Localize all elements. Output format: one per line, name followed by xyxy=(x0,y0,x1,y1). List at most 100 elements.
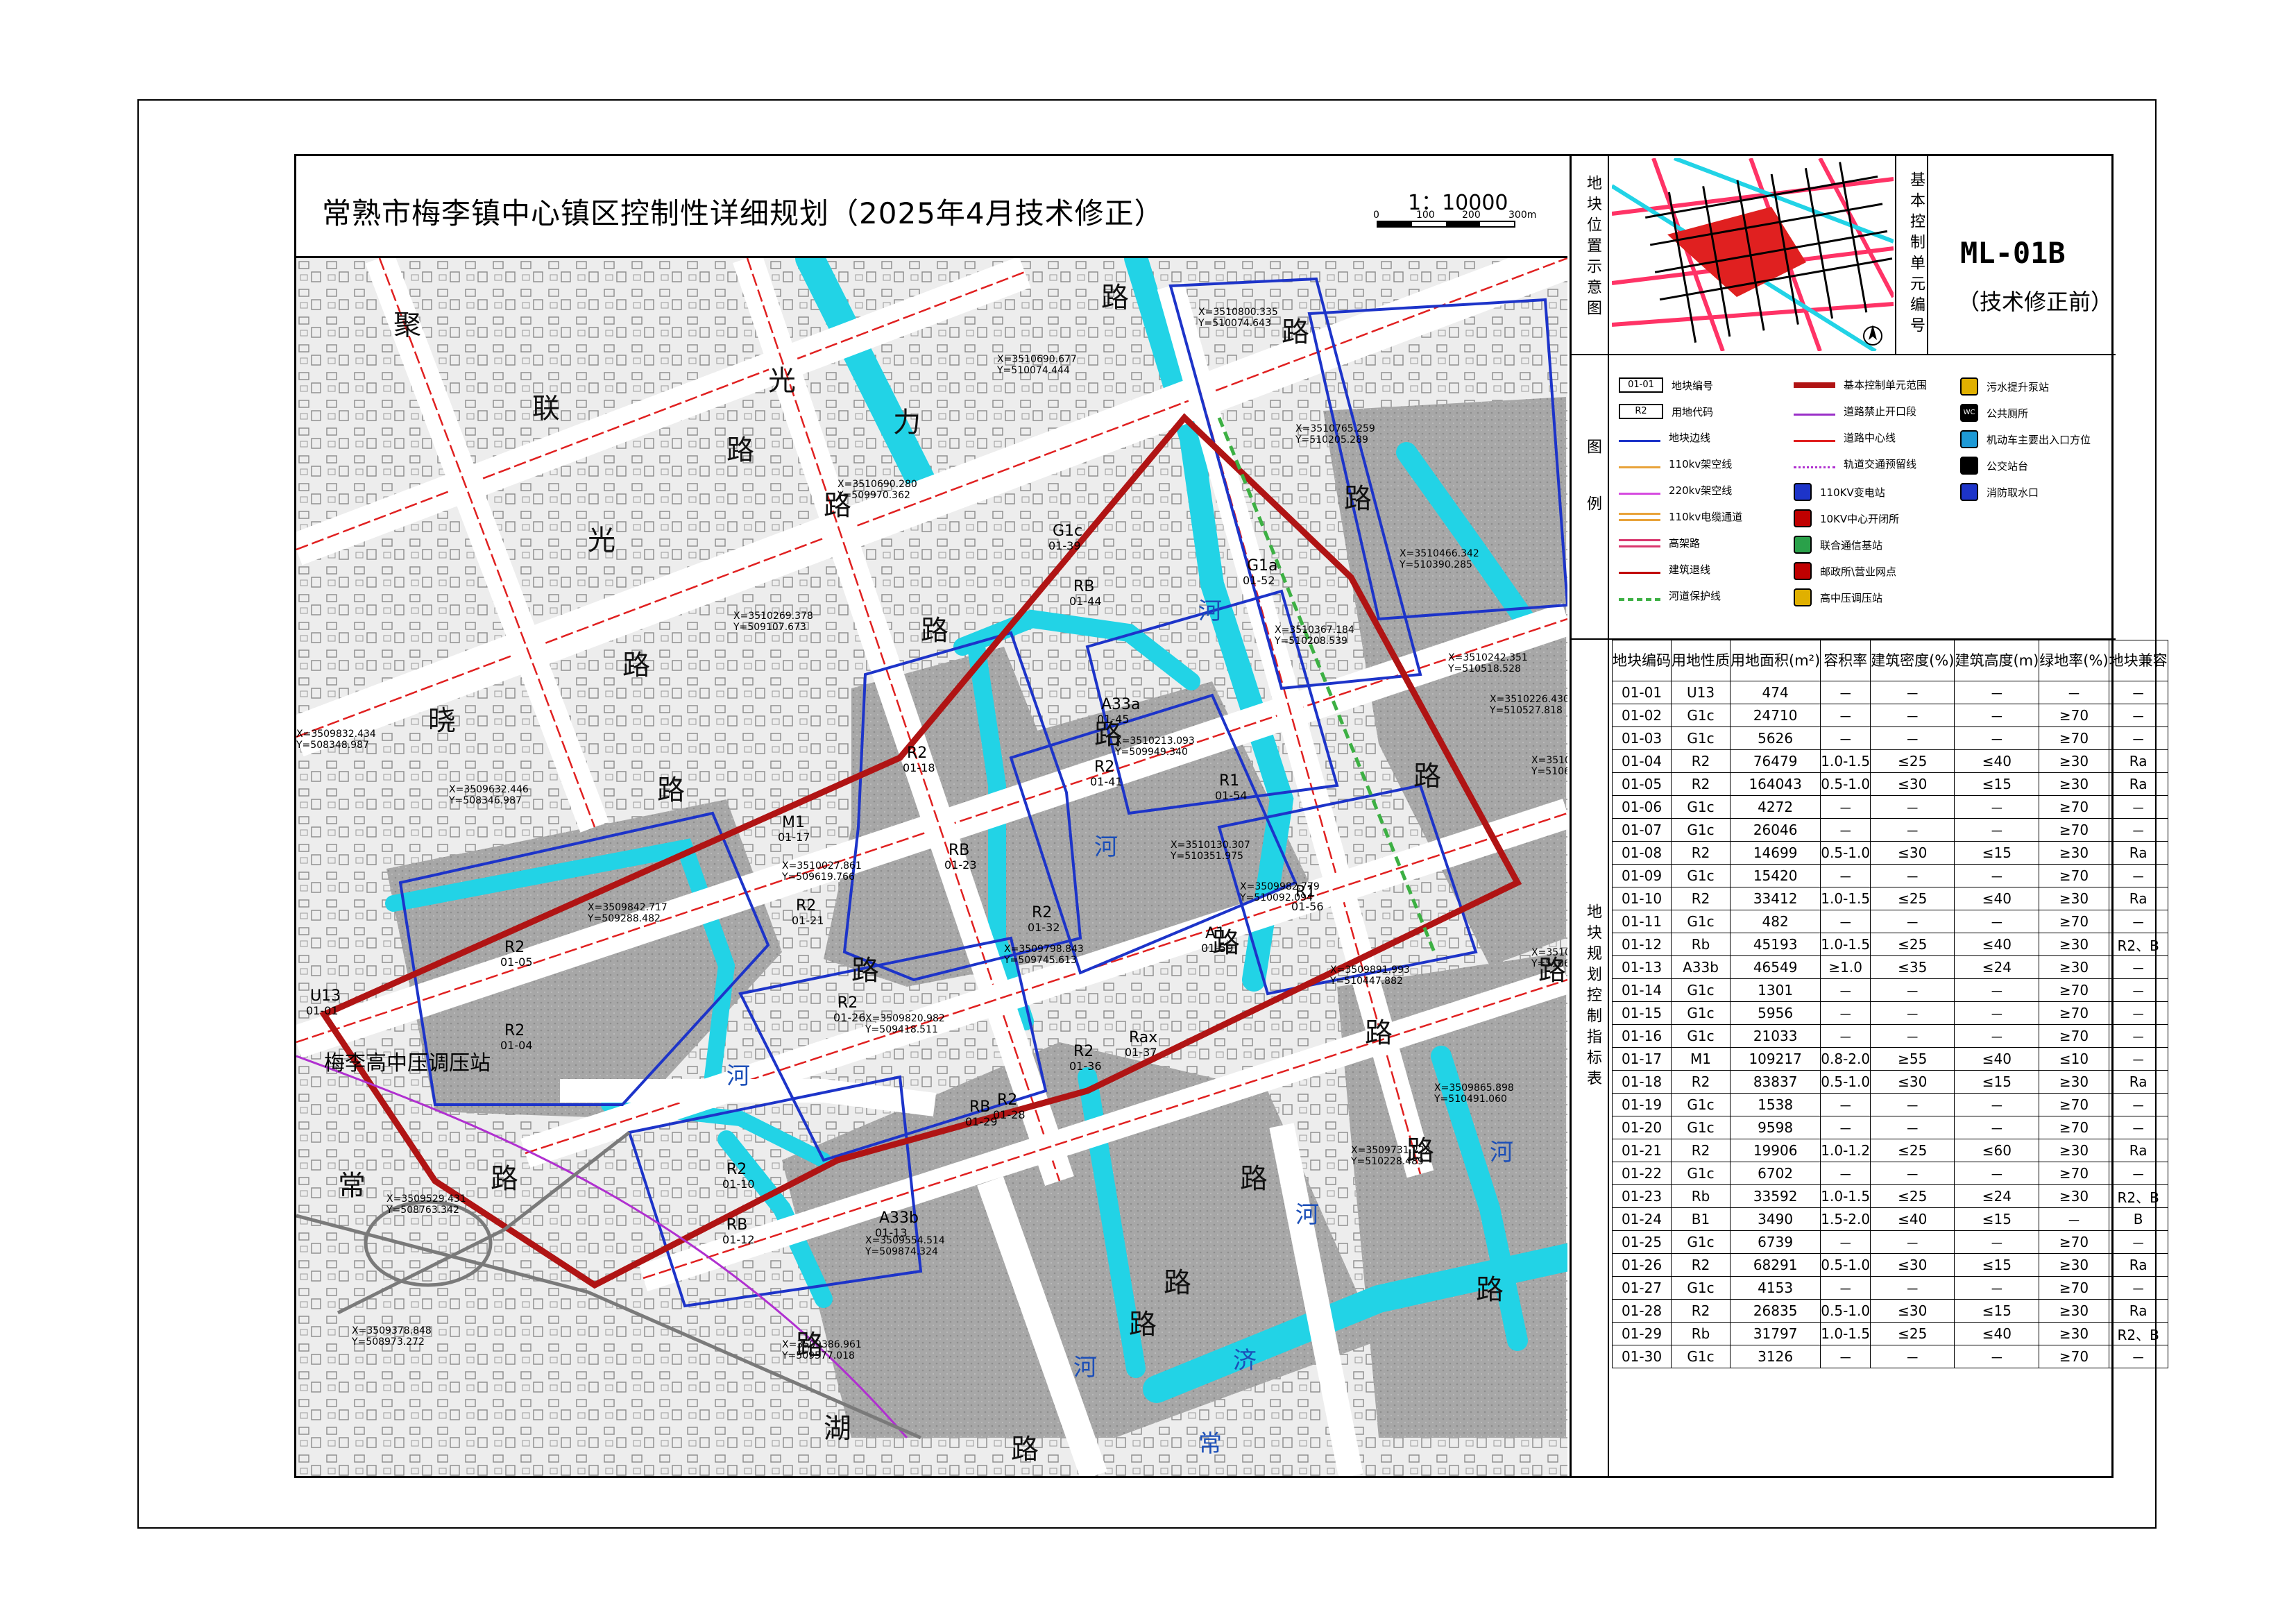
table-cell: － xyxy=(1820,681,1871,704)
map-area[interactable]: R2 01-18 M1 01-17 R2 01-05 R2 01-21 R2 01-26 R2 01-… xyxy=(296,258,1567,1476)
table-cell: － xyxy=(1954,818,2040,842)
table-cell: － xyxy=(1870,1345,1955,1368)
table-header-cell: 地块兼容 xyxy=(2108,640,2168,681)
table-cell: 01-29 xyxy=(1612,1322,1672,1345)
legend-text: 建筑退线 xyxy=(1669,563,1711,576)
table-row: 01-24 B1 3490 1.5-2.0 ≤40 ≤15 － B xyxy=(1612,1207,2168,1231)
table-row: 01-15 G1c 5956 －－－ ≥70 － xyxy=(1612,1001,2168,1025)
scale-ticks: 0 100 200 300m xyxy=(1373,210,1540,221)
table-cell: ≤25 xyxy=(1870,933,1955,956)
parcel-id: 01-10 xyxy=(722,1178,755,1191)
legend-text: 河道保护线 xyxy=(1669,590,1721,602)
table-cell: 0.5-1.0 xyxy=(1820,1070,1871,1094)
parcel-code: R2 xyxy=(1073,1043,1094,1060)
table-row: 01-26 R2 68291 0.5-1.0 ≤30 ≤15 ≥30 Ra xyxy=(1612,1253,2168,1277)
table-cell: ≤30 xyxy=(1870,772,1955,796)
legend-text: 公共厕所 xyxy=(1987,407,2029,420)
legend-item: 地块边线 xyxy=(1619,430,1710,445)
table-cell: － xyxy=(2108,864,2168,887)
coordinate-x-label: X=3510690.677 xyxy=(997,354,1077,365)
unit-box: 地块位置示意图 基本控制单元编号 ML-01B （技术修正前） xyxy=(1572,154,2116,355)
legend-item: 道路中心线 xyxy=(1794,430,1896,445)
table-cell: － xyxy=(1954,1001,2040,1025)
table-cell: － xyxy=(1820,1276,1871,1300)
table-cell: 01-25 xyxy=(1612,1230,1672,1254)
table-cell: R2 xyxy=(1671,772,1730,796)
table-row: 01-08 R2 14699 0.5-1.0 ≤30 ≤15 ≥30 Ra xyxy=(1612,841,2168,865)
coordinate-x-label: X=3509632.446 xyxy=(449,784,529,795)
coordinate-y-label: Y=510074.444 xyxy=(996,365,1070,376)
parcel-id: 01-32 xyxy=(1028,921,1060,934)
table-cell: 01-08 xyxy=(1612,841,1672,865)
table-cell: G1c xyxy=(1671,795,1730,819)
road-name: 路 xyxy=(921,615,949,647)
table-cell: 4272 xyxy=(1729,795,1821,819)
river-name: 河 xyxy=(1295,1201,1319,1229)
table-cell: ≥30 xyxy=(2039,933,2109,956)
table-row: 01-11 G1c 482 －－－ ≥70 － xyxy=(1612,910,2168,933)
road-name: 光 xyxy=(588,525,615,556)
legend-swatch xyxy=(1794,588,1812,606)
table-cell: 76479 xyxy=(1729,749,1821,773)
river-name: 济 xyxy=(1233,1347,1257,1375)
map-canvas[interactable]: R201-18M101-17R201-05R201-21R201-26R201-… xyxy=(296,258,1567,1476)
table-cell: 01-22 xyxy=(1612,1162,1672,1185)
table-cell: － xyxy=(1820,1093,1871,1116)
river-name: 河 xyxy=(1094,833,1118,861)
table-row: 01-30 G1c 3126 －－－ ≥70 － xyxy=(1612,1345,2168,1368)
legend-text: 地块边线 xyxy=(1669,432,1711,444)
table-cell: ≥70 xyxy=(2039,1093,2109,1116)
table-cell: 15420 xyxy=(1729,864,1821,887)
legend-item: 邮政所\营业网点 xyxy=(1794,562,1896,580)
parcel-code: R2 xyxy=(504,1022,525,1039)
road-name: 路 xyxy=(1164,1267,1191,1299)
table-cell: － xyxy=(2108,1162,2168,1185)
table-cell: ≤15 xyxy=(1954,772,2040,796)
road-name: 路 xyxy=(491,1163,518,1195)
legend-item: 高架路 xyxy=(1619,536,1700,550)
table-cell: 21033 xyxy=(1729,1024,1821,1048)
table-cell: R2 xyxy=(1671,887,1730,910)
coordinate-y-label: Y=509619.766 xyxy=(781,872,855,883)
table-cell: ≤30 xyxy=(1870,1299,1955,1323)
road-name: 路 xyxy=(657,774,685,806)
legend-item: 110kv电缆通道 xyxy=(1619,509,1742,524)
legend-swatch xyxy=(1794,382,1835,388)
table-cell: ≤40 xyxy=(1954,749,2040,773)
table-row: 01-10 R2 33412 1.0-1.5 ≤25 ≤40 ≥30 Ra xyxy=(1612,887,2168,910)
coordinate-y-label: Y=509949.340 xyxy=(1114,747,1188,758)
legend-label: 图例 xyxy=(1584,439,1601,552)
table-cell: A33b xyxy=(1671,955,1730,979)
parcel-id: 01-04 xyxy=(500,1039,533,1052)
table-cell: 9598 xyxy=(1729,1116,1821,1139)
table-cell: Rb xyxy=(1671,1184,1730,1208)
road-name: 路 xyxy=(1240,1163,1268,1195)
table-cell: G1c xyxy=(1671,704,1730,727)
table-cell: ≥30 xyxy=(2039,772,2109,796)
table-cell: 01-02 xyxy=(1612,704,1672,727)
table-cell: － xyxy=(2108,795,2168,819)
coordinate-x-label: X=3510367.184 xyxy=(1275,624,1354,636)
table-row: 01-06 G1c 4272 －－－ ≥70 － xyxy=(1612,795,2168,819)
table-side-label: 地块规划控制指标表 xyxy=(1584,903,1601,1091)
coordinate-x-label: X=3510466.342 xyxy=(1400,548,1479,559)
coordinate-x-label: X=3509554.514 xyxy=(865,1235,945,1246)
table-cell: － xyxy=(2108,1116,2168,1139)
river-name: 常 xyxy=(1198,1430,1222,1458)
legend-swatch xyxy=(1960,377,1978,396)
table-row: 01-03 G1c 5626 －－－ ≥70 － xyxy=(1612,726,2168,750)
legend-swatch xyxy=(1619,433,1660,442)
table-cell: 01-27 xyxy=(1612,1276,1672,1300)
table-cell: 33592 xyxy=(1729,1184,1821,1208)
table-cell: 109217 xyxy=(1729,1047,1821,1071)
legend-text: 公交站台 xyxy=(1987,459,2029,473)
table-cell: － xyxy=(1820,1162,1871,1185)
legend-text: 110kv架空线 xyxy=(1669,458,1733,470)
table-cell: － xyxy=(2108,704,2168,727)
table-cell: ≥30 xyxy=(2039,841,2109,865)
table-cell: － xyxy=(1954,726,2040,750)
parcel-id: 01-17 xyxy=(778,831,810,844)
table-cell: G1c xyxy=(1671,910,1730,933)
table-cell: ≥70 xyxy=(2039,795,2109,819)
unit-code-label: 基本控制单元编号 xyxy=(1907,171,1925,338)
